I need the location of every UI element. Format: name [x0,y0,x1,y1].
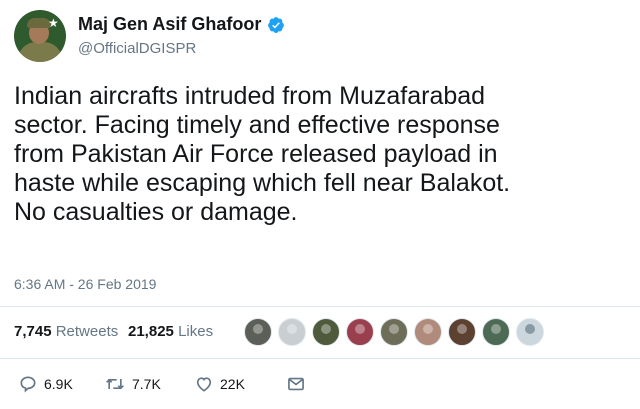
author-name-line: Maj Gen Asif Ghafoor [78,14,285,35]
liker-avatar[interactable] [346,318,374,346]
reply-icon [20,376,36,393]
tweet-timestamp[interactable]: 6:36 AM - 26 Feb 2019 [14,276,156,292]
tweet-stats: 7,745 Retweets 21,825 Likes [14,306,634,358]
liker-avatars [244,318,550,346]
retweets-label: Retweets [55,323,119,340]
verified-badge-icon [268,16,285,33]
tweet-actions: 6.9K 7.7K 22K [14,370,634,400]
retweets-count: 7,745 [14,323,52,340]
like-button[interactable]: 22K [194,374,245,394]
likes-stat[interactable]: 21,825 Likes [128,323,213,340]
liker-avatar[interactable] [448,318,476,346]
reply-button[interactable]: 6.9K [18,374,73,394]
reply-count: 6.9K [44,376,73,392]
liker-avatar[interactable] [482,318,510,346]
divider [0,358,640,359]
retweet-button[interactable]: 7.7K [104,374,161,394]
author-handle[interactable]: @OfficialDGISPR [78,40,196,57]
liker-avatar[interactable] [414,318,442,346]
like-icon [196,377,212,392]
direct-message-icon [288,377,304,391]
retweets-stat[interactable]: 7,745 Retweets [14,323,118,340]
liker-avatar[interactable] [516,318,544,346]
retweet-count: 7.7K [132,376,161,392]
avatar-uniform [18,42,62,62]
flag-star-icon: ★ [48,16,59,30]
author-name[interactable]: Maj Gen Asif Ghafoor [78,14,261,35]
direct-message-button[interactable] [286,374,306,394]
like-count: 22K [220,376,245,392]
liker-avatar[interactable] [278,318,306,346]
author-avatar[interactable]: ★ [14,10,66,62]
tweet-header: ★ Maj Gen Asif Ghafoor @OfficialDGISPR [14,10,614,66]
liker-avatar[interactable] [312,318,340,346]
liker-avatar[interactable] [244,318,272,346]
likes-label: Likes [178,323,214,340]
liker-avatar[interactable] [380,318,408,346]
retweet-icon [106,378,124,390]
likes-count: 21,825 [128,323,174,340]
tweet-text: Indian aircrafts intruded from Muzafarab… [14,82,511,226]
